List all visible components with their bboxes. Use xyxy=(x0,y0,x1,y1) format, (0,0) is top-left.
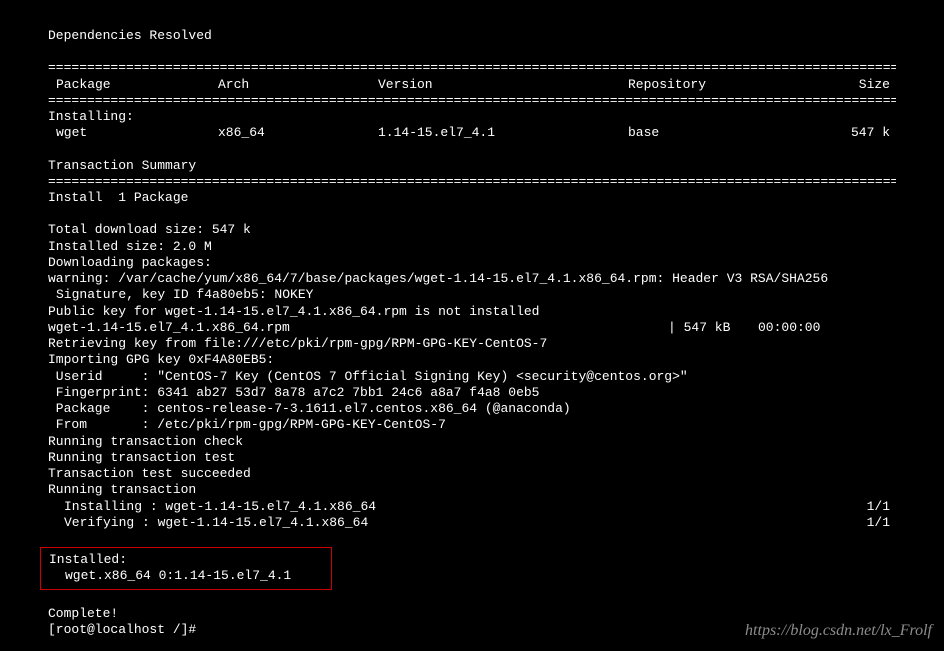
key-fingerprint: Fingerprint: 6341 ab27 53d7 8a78 a7c2 7b… xyxy=(48,385,896,401)
pkg-arch: x86_64 xyxy=(218,125,378,141)
txn-check: Running transaction check xyxy=(48,434,896,450)
install-count: Install 1 Package xyxy=(48,190,896,206)
total-download: Total download size: 547 k xyxy=(48,222,896,238)
installing-progress: 1/1 xyxy=(818,499,896,515)
heading-deps-resolved: Dependencies Resolved xyxy=(48,28,896,44)
installed-header: Installed: xyxy=(49,552,323,568)
retrieving-key: Retrieving key from file:///etc/pki/rpm-… xyxy=(48,336,896,352)
key-package: Package : centos-release-7-3.1611.el7.ce… xyxy=(48,401,896,417)
pubkey-warning: Public key for wget-1.14-15.el7_4.1.x86_… xyxy=(48,304,896,320)
divider-summary: ========================================… xyxy=(48,174,896,190)
pkg-version: 1.14-15.el7_4.1 xyxy=(378,125,628,141)
installed-size: Installed size: 2.0 M xyxy=(48,239,896,255)
key-userid: Userid : "CentOS-7 Key (CentOS 7 Officia… xyxy=(48,369,896,385)
download-file: wget-1.14-15.el7_4.1.x86_64.rpm xyxy=(48,320,668,336)
warning-line-2: Signature, key ID f4a80eb5: NOKEY xyxy=(48,287,896,303)
txn-succeed: Transaction test succeeded xyxy=(48,466,896,482)
table-header: Package Arch Version Repository Size xyxy=(48,77,896,93)
installing-step: Installing : wget-1.14-15.el7_4.1.x86_64 xyxy=(48,499,818,515)
download-time: 00:00:00 xyxy=(758,320,896,336)
installed-highlight-box: Installed: wget.x86_64 0:1.14-15.el7_4.1 xyxy=(40,547,332,590)
warning-line-1: warning: /var/cache/yum/x86_64/7/base/pa… xyxy=(48,271,896,287)
verifying-step: Verifying : wget-1.14-15.el7_4.1.x86_64 xyxy=(48,515,818,531)
col-header-arch: Arch xyxy=(218,77,378,93)
divider-header-sep: ========================================… xyxy=(48,93,896,109)
txn-run: Running transaction xyxy=(48,482,896,498)
col-header-size: Size xyxy=(788,77,896,93)
download-progress-row: wget-1.14-15.el7_4.1.x86_64.rpm | 547 kB… xyxy=(48,320,896,336)
divider-top: ========================================… xyxy=(48,60,896,76)
download-size: | 547 kB xyxy=(668,320,758,336)
transaction-summary: Transaction Summary xyxy=(48,158,896,174)
col-header-repo: Repository xyxy=(628,77,788,93)
col-header-package: Package xyxy=(48,77,218,93)
pkg-repo: base xyxy=(628,125,788,141)
watermark-url: https://blog.csdn.net/lx_Frolf xyxy=(745,621,932,641)
installed-item: wget.x86_64 0:1.14-15.el7_4.1 xyxy=(49,568,323,584)
pkg-name: wget xyxy=(48,125,218,141)
col-header-version: Version xyxy=(378,77,628,93)
verifying-progress: 1/1 xyxy=(818,515,896,531)
pkg-size: 547 k xyxy=(788,125,896,141)
txn-test: Running transaction test xyxy=(48,450,896,466)
installing-label: Installing: xyxy=(48,109,896,125)
importing-key: Importing GPG key 0xF4A80EB5: xyxy=(48,352,896,368)
downloading-label: Downloading packages: xyxy=(48,255,896,271)
complete-label: Complete! xyxy=(48,606,896,622)
verifying-step-row: Verifying : wget-1.14-15.el7_4.1.x86_64 … xyxy=(48,515,896,531)
installing-step-row: Installing : wget-1.14-15.el7_4.1.x86_64… xyxy=(48,499,896,515)
table-row: wget x86_64 1.14-15.el7_4.1 base 547 k xyxy=(48,125,896,141)
key-from: From : /etc/pki/rpm-gpg/RPM-GPG-KEY-Cent… xyxy=(48,417,896,433)
